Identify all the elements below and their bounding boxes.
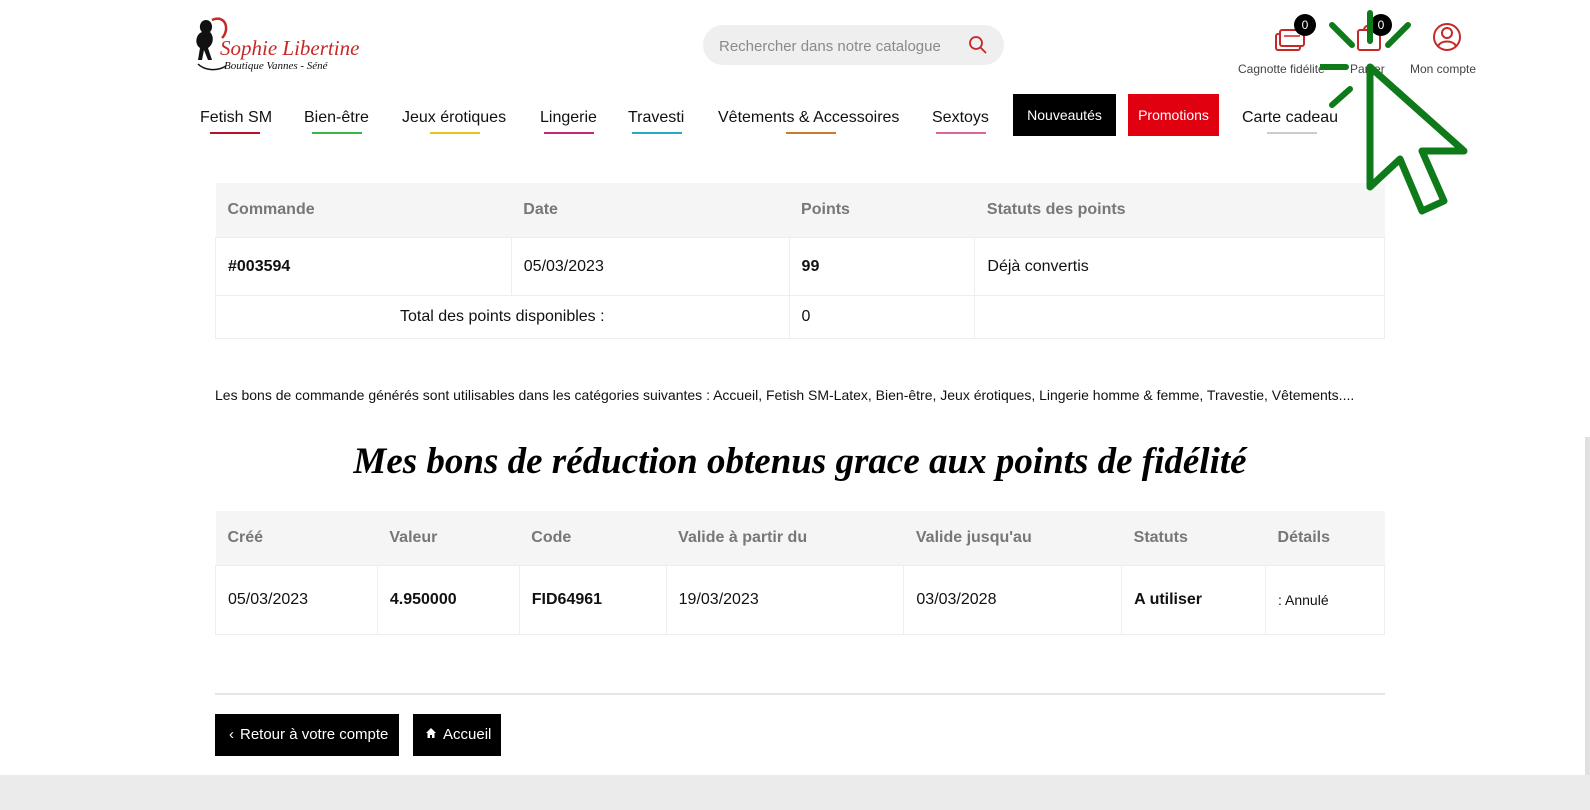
vouchers-heading: Mes bons de réduction obtenus grace aux … [353, 441, 1247, 482]
voucher-valid-from: 19/03/2023 [665, 565, 905, 635]
voucher-value: 4.950000 [376, 565, 520, 635]
col-header-date: Date [511, 183, 790, 238]
nav-item-promotions[interactable]: Promotions [1128, 94, 1219, 136]
home-button[interactable]: Accueil [413, 714, 501, 756]
order-number: #003594 [215, 237, 512, 296]
nav-underline [786, 132, 836, 134]
nav-underline [430, 132, 480, 134]
nav-label: Bien-être [304, 109, 369, 126]
divider [215, 693, 1385, 695]
voucher-created: 05/03/2023 [215, 565, 378, 635]
table-row: #003594 05/03/2023 99 Déjà convertis [215, 237, 1385, 296]
nav-underline [210, 132, 260, 134]
loyalty-badge: 0 [1294, 14, 1316, 36]
logo-brand-text: Sophie Libertine [220, 36, 360, 60]
search-box [703, 25, 1004, 65]
nav-label: Fetish SM [200, 109, 273, 126]
empty-cell [974, 295, 1385, 339]
order-date: 05/03/2023 [510, 237, 790, 296]
search-input[interactable] [717, 33, 961, 59]
order-points: 99 [788, 237, 976, 296]
col-header-order: Commande [215, 183, 512, 238]
nav-underline [632, 132, 682, 134]
col-header-points: Points [789, 183, 975, 238]
loyalty-points-table: Commande Date Points Statuts des points … [215, 183, 1385, 339]
nav-item-nouveautes[interactable]: Nouveautés [1013, 94, 1116, 136]
nav-label: Lingerie [540, 109, 597, 126]
table-row: 05/03/2023 4.950000 FID64961 19/03/2023 … [215, 565, 1385, 635]
nav-underline [544, 132, 594, 134]
col-header-code: Code [519, 511, 667, 566]
voucher-valid-to: 03/03/2028 [903, 565, 1123, 635]
home-label: Accueil [443, 726, 492, 743]
chevron-left-icon: ‹ [229, 726, 234, 743]
click-cursor-icon [1320, 10, 1468, 215]
col-header-valid-from: Valide à partir du [666, 511, 904, 566]
back-to-account-button[interactable]: ‹ Retour à votre compte [215, 714, 399, 756]
col-header-valid-to: Valide jusqu'au [903, 511, 1122, 566]
site-logo[interactable]: Sophie Libertine Boutique Vannes - Séné [192, 14, 359, 76]
home-icon [425, 714, 437, 756]
col-header-status: Statuts [1121, 511, 1266, 566]
page-scrollbar[interactable] [1585, 437, 1590, 775]
search-icon[interactable] [968, 35, 988, 60]
col-header-created: Créé [215, 511, 378, 566]
voucher-code: FID64961 [518, 565, 667, 635]
footer-band [0, 775, 1590, 810]
nav-label: Vêtements & Accessoires [718, 109, 900, 126]
points-status: Déjà convertis [974, 237, 1385, 296]
table-header-row: Commande Date Points Statuts des points [215, 183, 1385, 238]
logo-tagline: Boutique Vannes - Séné [224, 60, 328, 72]
total-points-label: Total des points disponibles : [215, 295, 790, 339]
nav-label: Sextoys [932, 109, 989, 126]
voucher-usage-note: Les bons de commande générés sont utilis… [215, 387, 1355, 403]
col-header-value: Valeur [377, 511, 520, 566]
total-row: Total des points disponibles : 0 [215, 295, 1385, 339]
nav-label: Jeux érotiques [402, 109, 507, 126]
nav-underline [936, 132, 986, 134]
nav-underline [1267, 132, 1317, 134]
back-to-account-label: Retour à votre compte [240, 726, 389, 743]
vouchers-table: Créé Valeur Code Valide à partir du Vali… [215, 511, 1385, 635]
nav-label: Travesti [628, 109, 685, 126]
voucher-status: A utiliser [1121, 565, 1267, 635]
voucher-details: : Annulé [1265, 565, 1385, 635]
loyalty-label: Cagnotte fidélité [1238, 62, 1325, 76]
table-header-row: Créé Valeur Code Valide à partir du Vali… [215, 511, 1385, 566]
total-points-value: 0 [788, 295, 976, 339]
nav-underline [312, 132, 362, 134]
col-header-details: Détails [1265, 511, 1385, 566]
